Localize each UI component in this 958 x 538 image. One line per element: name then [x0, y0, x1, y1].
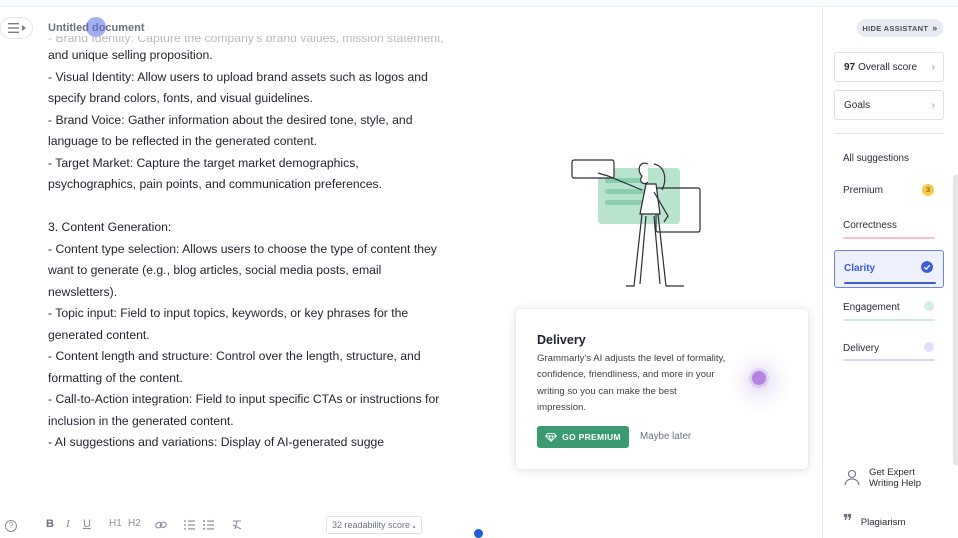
text-line: - Visual Identity: Allow users to upload…	[48, 69, 428, 84]
sidebar-divider	[834, 133, 944, 134]
caret-up-icon: ▴	[412, 524, 416, 530]
goals-button[interactable]: Goals ›	[834, 90, 944, 120]
go-premium-button[interactable]: GO PREMIUM	[537, 426, 629, 448]
top-border	[0, 0, 958, 7]
heading2-button[interactable]: H2	[128, 518, 141, 529]
document-editor[interactable]: - Brand Identity: Capture the company's …	[48, 36, 468, 466]
text-line: specify brand colors, fonts, and visual …	[48, 91, 313, 105]
quote-icon: ❞	[843, 511, 853, 532]
correctness-bar	[843, 237, 935, 239]
woman-pointing-illustration	[571, 159, 701, 287]
text-line: - AI suggestions and variations: Display…	[48, 435, 385, 449]
scrollbar[interactable]	[953, 175, 958, 465]
text-line: - Content type selection: Allows users t…	[48, 241, 437, 256]
text-line: 3. Content Generation:	[48, 220, 172, 234]
text-line: - Topic input: Field to input topics, ke…	[48, 306, 409, 320]
plagiarism-label: Plagiarism	[860, 516, 906, 528]
maybe-later-link[interactable]: Maybe later	[640, 431, 691, 442]
category-premium[interactable]: Premium 3	[834, 174, 944, 208]
premium-count-badge: 3	[922, 184, 934, 196]
text-line: - Call-to-Action integration: Field to i…	[48, 392, 440, 406]
text-line: psychographics, pain points, and communi…	[48, 177, 382, 191]
category-correctness[interactable]: Correctness	[834, 209, 944, 243]
text-line: and unique selling proposition.	[48, 48, 213, 62]
expert-writing-help-link[interactable]: Get Expert Writing Help	[843, 467, 931, 489]
category-label: Clarity	[844, 263, 876, 274]
caret-right-icon	[21, 25, 26, 31]
formatting-toolbar: ? B I U H1 H2 32 readability score ▴	[0, 515, 500, 537]
readability-score[interactable]: 32 readability score ▴	[326, 516, 422, 534]
hamburger-icon	[7, 23, 19, 33]
all-suggestions-tab[interactable]: All suggestions	[843, 153, 909, 164]
italic-button[interactable]: I	[66, 518, 70, 530]
card-title: Delivery	[537, 333, 586, 347]
category-label: Delivery	[843, 343, 880, 354]
hide-assistant-button[interactable]: HIDE ASSISTANT »	[857, 19, 943, 37]
overall-score-label: Overall score	[858, 61, 918, 73]
category-clarity[interactable]: Clarity	[834, 250, 944, 288]
ordered-list-icon[interactable]	[184, 520, 195, 530]
help-icon[interactable]: ?	[5, 520, 17, 532]
goals-label: Goals	[844, 99, 871, 111]
text-line: - Content length and structure: Control …	[48, 349, 421, 363]
card-description: Grammarly's AI adjusts the level of form…	[537, 353, 726, 414]
delivery-indicator	[924, 342, 934, 352]
heading1-button[interactable]: H1	[109, 518, 122, 529]
text-line: - Target Market: Capture the target mark…	[48, 155, 359, 170]
status-dot	[474, 529, 483, 538]
text-line: inclusion in the generated content.	[48, 413, 234, 428]
hide-assistant-label: HIDE ASSISTANT	[862, 23, 929, 33]
category-engagement[interactable]: Engagement	[834, 291, 944, 325]
category-delivery[interactable]: Delivery	[834, 332, 944, 366]
clear-formatting-icon[interactable]	[232, 520, 242, 530]
bold-button[interactable]: B	[46, 518, 54, 530]
text-line: want to generate (e.g., blog articles, s…	[48, 263, 382, 277]
underline-button[interactable]: U	[83, 518, 91, 530]
check-circle-icon	[921, 261, 933, 273]
delivery-promo-card: Delivery Grammarly's AI adjusts the leve…	[516, 309, 808, 469]
clarity-bar	[844, 282, 936, 284]
chevron-right-icon: ›	[931, 100, 935, 111]
text-line: - Brand Identity: Capture the company's …	[48, 36, 444, 45]
text-line: newsletters).	[48, 284, 118, 299]
category-label: Correctness	[843, 220, 897, 231]
overall-score-value: 97	[844, 61, 856, 73]
text-line: - Brand Voice: Gather information about …	[48, 112, 413, 127]
category-label: Premium	[843, 185, 884, 196]
delivery-bar	[843, 359, 935, 361]
bullet-list-icon[interactable]	[203, 520, 214, 530]
diamond-icon	[545, 432, 558, 442]
text-line: generated content.	[48, 327, 150, 342]
text-line: formatting of the content.	[48, 370, 183, 385]
plagiarism-link[interactable]: ❞ Plagiarism	[843, 511, 906, 532]
text-line: language to be reflected in the generate…	[48, 134, 318, 148]
chevron-right-icon: ›	[931, 62, 935, 73]
cursor-indicator	[86, 17, 106, 37]
expert-writing-help-label: Get Expert Writing Help	[869, 467, 922, 489]
engagement-indicator	[924, 301, 934, 311]
menu-button[interactable]	[0, 17, 33, 39]
category-label: Engagement	[843, 302, 900, 313]
double-chevron-right-icon: »	[932, 23, 938, 33]
assistant-panel: HIDE ASSISTANT » 97 Overall score › Goal…	[822, 7, 958, 538]
link-icon[interactable]	[155, 520, 167, 530]
overall-score-button[interactable]: 97 Overall score ›	[834, 52, 944, 82]
expert-person-icon	[844, 469, 860, 486]
delivery-indicator-dot	[752, 371, 766, 385]
go-premium-label: GO PREMIUM	[562, 432, 621, 442]
engagement-bar	[843, 319, 935, 321]
readability-label: 32 readability score	[332, 520, 411, 530]
